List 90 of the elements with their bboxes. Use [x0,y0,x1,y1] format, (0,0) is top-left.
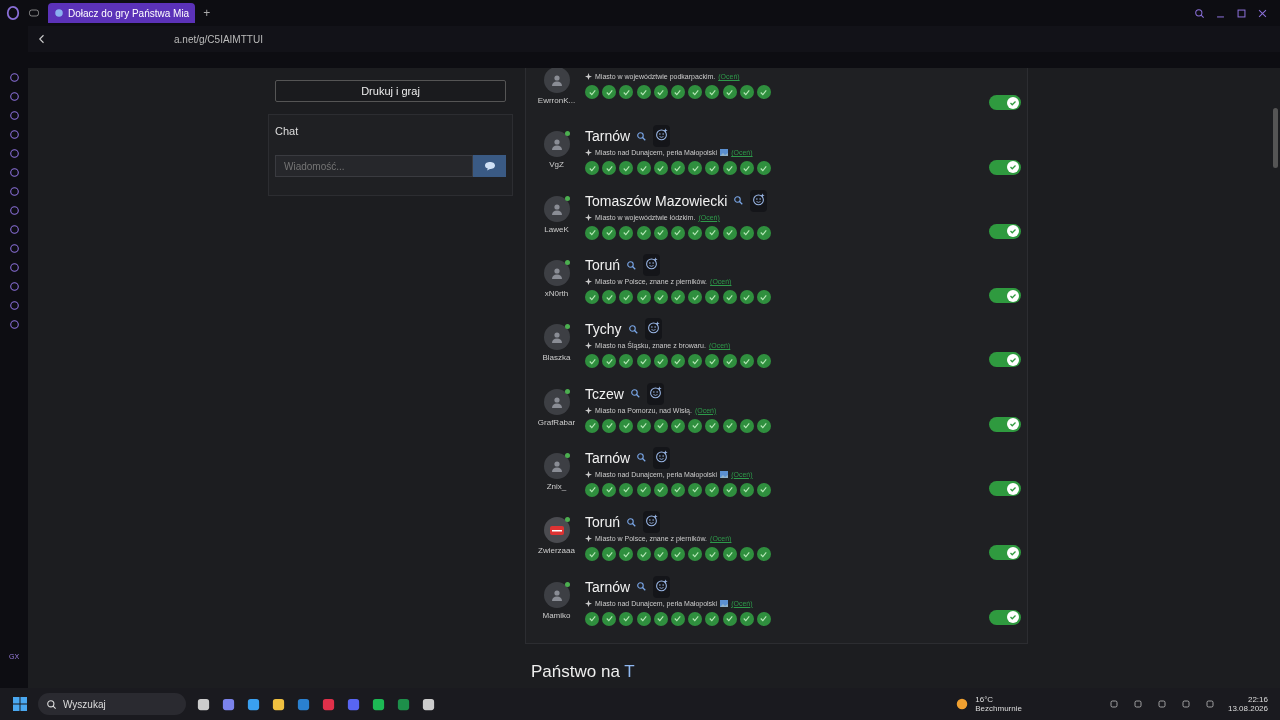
start-icon[interactable] [12,696,28,712]
search-icon[interactable] [46,698,57,710]
address-bar[interactable]: a.net/g/C5IAIMTTUI [174,33,263,45]
answer-title: Tarnów [585,578,631,595]
accept-toggle[interactable] [989,159,1021,175]
sparkle-icon [585,406,592,414]
username: Blaszka [542,353,571,363]
sparkle-icon [585,213,592,221]
check-icon [1009,291,1017,300]
search-icon[interactable] [636,581,648,592]
temperature: 16°C [975,695,995,704]
person-icon [550,459,563,472]
sparkle-icon [585,599,592,607]
person-icon [550,202,563,215]
check-icon [1009,163,1017,172]
username: Zwierzaaa [538,546,575,556]
search-icon[interactable] [626,259,638,271]
check-icon [1009,484,1017,493]
search-icon[interactable] [626,516,638,528]
search-icon[interactable] [733,195,745,207]
smiley-icon[interactable] [655,578,669,592]
smiley-icon[interactable] [645,514,659,528]
sparkle-icon [585,73,592,81]
username: xN0rth [544,289,569,299]
check-icon [1009,98,1017,107]
answer-title: Tarnów [585,449,631,466]
sparkle-icon [585,278,592,286]
taskbar-search[interactable]: Wyszukaj [38,693,186,715]
sparkle-icon [585,342,592,350]
sun-icon[interactable] [955,697,970,711]
smiley-icon[interactable] [645,257,659,271]
sparkle-icon [585,535,592,543]
accept-toggle[interactable] [989,545,1021,561]
smiley-icon[interactable] [646,321,660,335]
send-button[interactable] [473,155,506,177]
username: VgZ [549,160,564,170]
username: LaweK [544,224,569,234]
smiley-icon[interactable] [648,385,662,399]
sparkle-icon [585,470,592,478]
accept-toggle[interactable] [989,609,1021,625]
browser-tab[interactable]: Dołacz do gry Państwa Mia [48,3,196,23]
close-icon[interactable] [1257,7,1268,19]
clock-date: 13.08.2026 [1227,704,1268,713]
username: GrafRabar [537,417,576,427]
username: Znix_ [546,481,567,491]
search-icon[interactable] [636,130,648,142]
person-icon [550,331,563,344]
chat-title: Chat [275,125,300,137]
accept-toggle[interactable] [989,481,1021,497]
accept-toggle[interactable] [989,223,1021,239]
search-icon[interactable] [629,388,641,400]
search-icon[interactable] [1194,7,1205,19]
accept-toggle[interactable] [989,352,1021,368]
smiley-icon[interactable] [655,128,669,142]
maximize-icon[interactable] [1236,7,1247,19]
new-tab-button[interactable]: + [203,6,211,20]
answer-title: Tczew [585,385,624,402]
accept-toggle[interactable] [989,95,1021,111]
search-icon[interactable] [636,452,648,464]
answer-title: Tarnów [585,128,631,145]
smiley-icon[interactable] [752,192,766,206]
person-icon [550,74,563,87]
speech-bubble-icon [483,161,496,171]
sign-icon [549,525,564,535]
message-field[interactable]: Wiadomość... [275,155,473,177]
sparkle-icon [585,149,592,157]
smiley-icon[interactable] [655,449,669,463]
search-icon[interactable] [627,323,639,335]
scrollbar[interactable] [1273,108,1278,168]
person-icon [550,395,563,408]
answer-title: Tomaszów Mazowiecki [585,192,728,209]
answer-title: Toruń [585,514,621,531]
answer-title: Tychy [585,321,622,338]
accept-toggle[interactable] [989,416,1021,432]
weather-text: Bezchmurnie [975,704,1022,713]
print-and-play-button[interactable]: Drukuj i graj [275,80,506,102]
check-icon [1009,356,1017,364]
section-heading: Państwo na T [531,661,636,682]
answer-title: Toruń [585,257,621,274]
username: EwrronK... [537,96,576,106]
clock-time: 22:16 [1247,695,1268,704]
accept-toggle[interactable] [989,288,1021,304]
username: Mamiko [542,610,571,620]
check-icon [1009,548,1017,557]
person-icon [550,267,563,280]
check-icon [1009,420,1017,429]
check-icon [1009,227,1017,236]
person-icon [550,138,563,151]
person-icon [550,588,563,601]
check-icon [1009,613,1017,622]
